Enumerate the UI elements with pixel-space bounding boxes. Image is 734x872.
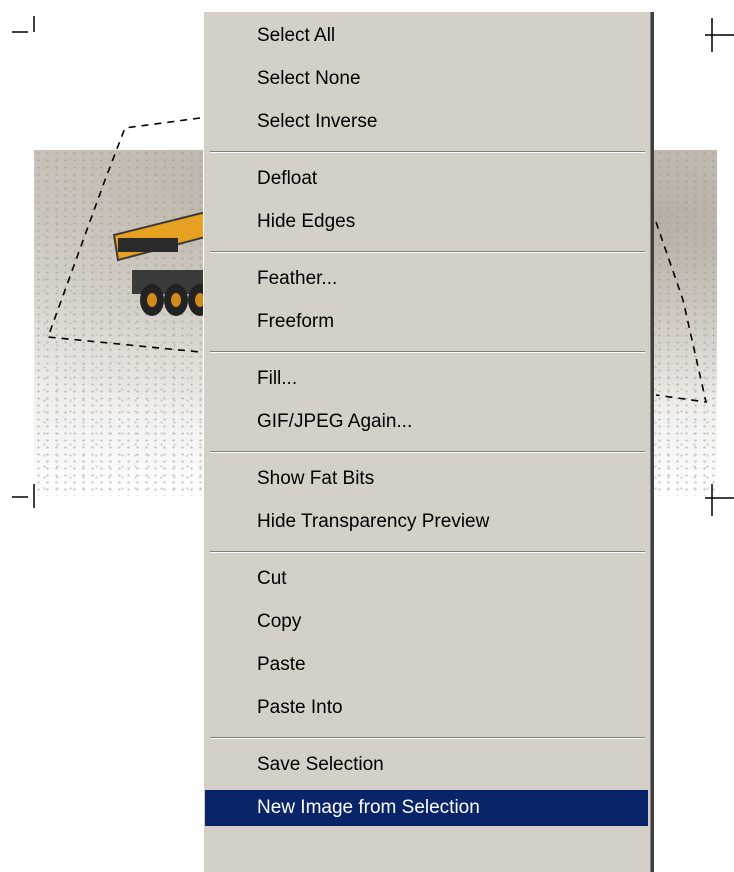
menu-item-cut[interactable]: Cut (205, 561, 648, 597)
menu-item-hide-edges[interactable]: Hide Edges (205, 204, 648, 240)
menu-separator (210, 737, 645, 739)
menu-separator (210, 451, 645, 453)
menu-separator (210, 551, 645, 553)
menu-item-select-none[interactable]: Select None (205, 61, 648, 97)
menu-separator (210, 251, 645, 253)
menu-item-show-fat-bits[interactable]: Show Fat Bits (205, 461, 648, 497)
menu-separator (210, 351, 645, 353)
menu-item-hide-transparency-preview[interactable]: Hide Transparency Preview (205, 504, 648, 540)
menu-item-save-selection[interactable]: Save Selection (205, 747, 648, 783)
menu-item-copy[interactable]: Copy (205, 604, 648, 640)
menu-item-select-inverse[interactable]: Select Inverse (205, 104, 648, 140)
menu-separator (210, 151, 645, 153)
menu-item-feather[interactable]: Feather... (205, 261, 648, 297)
menu-item-new-image-from-selection[interactable]: New Image from Selection (205, 790, 648, 826)
menu-item-paste-into[interactable]: Paste Into (205, 690, 648, 726)
menu-item-select-all[interactable]: Select All (205, 18, 648, 54)
menu-item-paste[interactable]: Paste (205, 647, 648, 683)
context-menu: Select All Select None Select Inverse Deflo… (203, 12, 654, 872)
menu-item-fill[interactable]: Fill... (205, 361, 648, 397)
menu-item-freeform[interactable]: Freeform (205, 304, 648, 340)
menu-item-defloat[interactable]: Defloat (205, 161, 648, 197)
menu-item-gif-jpeg-again[interactable]: GIF/JPEG Again... (205, 404, 648, 440)
